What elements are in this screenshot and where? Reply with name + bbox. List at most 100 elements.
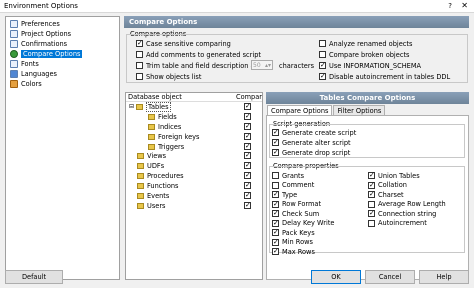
row-format-checkbox[interactable]: Row Format bbox=[272, 199, 321, 209]
checkbox-box[interactable] bbox=[272, 246, 279, 256]
events-icon bbox=[137, 192, 144, 199]
collapse-icon[interactable]: ⊟ bbox=[129, 103, 134, 110]
checkbox-box[interactable] bbox=[272, 127, 279, 137]
nav-item-preferences[interactable]: Preferences bbox=[10, 19, 118, 29]
analyze-renamed-checkbox[interactable]: Analyze renamed objects bbox=[319, 39, 412, 48]
checkbox-label: Average Row Length bbox=[378, 200, 446, 208]
nav-item-languages[interactable]: Languages bbox=[10, 69, 118, 79]
nav-item-label: Fonts bbox=[21, 60, 39, 68]
compare-checkbox[interactable] bbox=[244, 180, 251, 190]
tree-row-triggers[interactable]: Triggers bbox=[126, 141, 262, 152]
ok-button[interactable]: OK bbox=[311, 270, 361, 284]
disable-autoincrement-checkbox[interactable]: Disable autoincrement in tables DDL bbox=[319, 71, 450, 81]
nav-item-colors[interactable]: Colors bbox=[10, 79, 118, 89]
compare-checkbox[interactable] bbox=[244, 170, 251, 180]
checkbox-box[interactable] bbox=[368, 170, 375, 180]
checkbox-box[interactable] bbox=[272, 181, 279, 189]
compare-checkbox[interactable] bbox=[244, 141, 251, 151]
case-sensitive-checkbox[interactable]: Case sensitive comparing bbox=[136, 38, 231, 48]
grants-checkbox[interactable]: Grants bbox=[272, 171, 304, 180]
delay-key-write-checkbox[interactable]: Delay Key Write bbox=[272, 218, 334, 228]
show-objects-list-checkbox[interactable]: Show objects list bbox=[136, 72, 201, 81]
checkbox-box[interactable] bbox=[319, 60, 326, 70]
check-sum-checkbox[interactable]: Check Sum bbox=[272, 208, 319, 218]
union-tables-checkbox[interactable]: Union Tables bbox=[368, 170, 420, 180]
nav-item-compare-options[interactable]: Compare Options bbox=[10, 49, 118, 59]
tree-row-indices[interactable]: Indices bbox=[126, 121, 262, 132]
colors-icon bbox=[10, 80, 18, 88]
checkbox-box[interactable] bbox=[136, 38, 143, 48]
cancel-button[interactable]: Cancel bbox=[365, 270, 415, 284]
compare-checkbox[interactable] bbox=[244, 200, 251, 210]
default-button[interactable]: Default bbox=[5, 270, 63, 284]
help-button[interactable]: Help bbox=[419, 270, 469, 284]
connection-string-checkbox[interactable]: Connection string bbox=[368, 208, 436, 218]
checkbox-box[interactable] bbox=[319, 71, 326, 81]
compare-checkbox[interactable] bbox=[244, 101, 251, 111]
checkbox-box[interactable] bbox=[272, 199, 279, 209]
trim-length-stepper[interactable]: 50 ▴▾ bbox=[251, 60, 273, 70]
use-information-schema-checkbox[interactable]: Use INFORMATION_SCHEMA bbox=[319, 60, 421, 70]
tree-row-label: UDFs bbox=[147, 162, 165, 171]
checkbox-box[interactable] bbox=[368, 200, 375, 208]
checkbox-box[interactable] bbox=[272, 237, 279, 247]
close-window-button[interactable]: ✕ bbox=[461, 1, 468, 10]
compare-checkbox[interactable] bbox=[244, 131, 251, 141]
tree-row-users[interactable]: Users bbox=[126, 200, 262, 211]
nav-item-fonts[interactable]: Fonts bbox=[10, 59, 118, 69]
checkbox-box[interactable] bbox=[272, 189, 279, 199]
tree-row-views[interactable]: Views bbox=[126, 150, 262, 161]
checkbox-box[interactable] bbox=[272, 147, 279, 157]
compare-checkbox[interactable] bbox=[244, 160, 251, 170]
tree-row-udfs[interactable]: UDFs bbox=[126, 160, 262, 171]
average-row-length-checkbox[interactable]: Average Row Length bbox=[368, 200, 446, 209]
compare-checkbox[interactable] bbox=[244, 111, 251, 121]
checkbox-box[interactable] bbox=[136, 62, 143, 69]
tree-row-tables[interactable]: ⊟ Tables bbox=[126, 101, 262, 112]
compare-checkbox[interactable] bbox=[244, 190, 251, 200]
autoincrement-checkbox[interactable]: Autoincrement bbox=[368, 219, 427, 228]
tree-row-fields[interactable]: Fields bbox=[126, 111, 262, 122]
checkbox-label: Charset bbox=[378, 190, 404, 199]
tree-row-label: Users bbox=[147, 201, 166, 210]
checkbox-box[interactable] bbox=[136, 73, 143, 80]
checkbox-box[interactable] bbox=[368, 180, 375, 190]
checkbox-label: Analyze renamed objects bbox=[329, 39, 413, 48]
checkbox-label: Generate alter script bbox=[282, 138, 351, 147]
generate-create-checkbox[interactable]: Generate create script bbox=[272, 127, 356, 137]
database-object-tree[interactable]: Database object Compare ⊟ Tables Fields … bbox=[125, 92, 263, 280]
checkbox-box[interactable] bbox=[272, 218, 279, 228]
title-bar: Environment Options ? ✕ bbox=[0, 0, 474, 13]
generate-drop-checkbox[interactable]: Generate drop script bbox=[272, 147, 350, 157]
charset-checkbox[interactable]: Charset bbox=[368, 189, 404, 199]
functions-icon bbox=[137, 183, 144, 190]
checkbox-box[interactable] bbox=[368, 219, 375, 227]
compare-checkbox[interactable] bbox=[244, 121, 251, 131]
checkbox-box[interactable] bbox=[368, 208, 375, 218]
options-nav-tree[interactable]: Preferences Project Options Confirmation… bbox=[5, 16, 120, 280]
nav-item-project-options[interactable]: Project Options bbox=[10, 29, 118, 39]
checkbox-box[interactable] bbox=[368, 189, 375, 199]
checkbox-box[interactable] bbox=[272, 172, 279, 179]
stepper-arrows-icon[interactable]: ▴▾ bbox=[265, 62, 271, 69]
nav-item-confirmations[interactable]: Confirmations bbox=[10, 39, 118, 49]
tree-row-functions[interactable]: Functions bbox=[126, 180, 262, 191]
trim-description-checkbox[interactable]: Trim table and field description after bbox=[136, 61, 266, 70]
compare-checkbox[interactable] bbox=[244, 150, 251, 160]
checkbox-box[interactable] bbox=[272, 227, 279, 237]
tree-row-foreign-keys[interactable]: Foreign keys bbox=[126, 131, 262, 142]
generate-alter-checkbox[interactable]: Generate alter script bbox=[272, 137, 351, 147]
compare-broken-checkbox[interactable]: Compare broken objects bbox=[319, 50, 409, 59]
add-comments-checkbox[interactable]: Add comments to generated script bbox=[136, 50, 261, 59]
tree-row-procedures[interactable]: Procedures bbox=[126, 170, 262, 181]
help-title-button[interactable]: ? bbox=[448, 2, 452, 10]
checkbox-box[interactable] bbox=[136, 51, 143, 58]
max-rows-checkbox[interactable]: Max Rows bbox=[272, 246, 315, 256]
checkbox-box[interactable] bbox=[272, 208, 279, 218]
checkbox-box[interactable] bbox=[272, 137, 279, 147]
checkbox-box[interactable] bbox=[319, 51, 326, 58]
checkbox-label: Compare broken objects bbox=[329, 50, 410, 59]
tree-row-label: Triggers bbox=[158, 142, 185, 151]
tree-row-events[interactable]: Events bbox=[126, 190, 262, 201]
checkbox-box[interactable] bbox=[319, 40, 326, 47]
